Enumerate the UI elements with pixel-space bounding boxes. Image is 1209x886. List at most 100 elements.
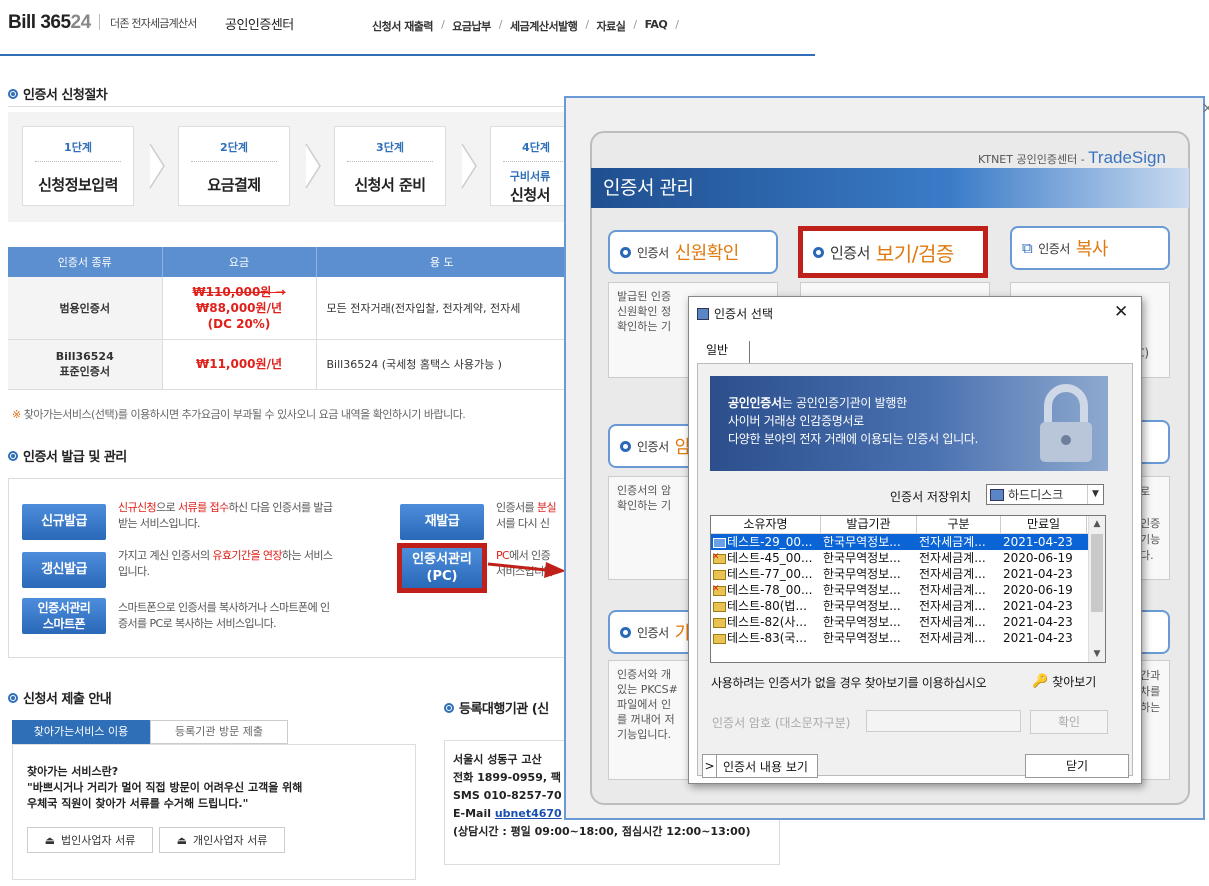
cert-row[interactable]: 테스트-77_00... 한국무역정보... 전자세금계... 2021-04-23 bbox=[711, 566, 1105, 582]
cert-row[interactable]: 테스트-80(법... 한국무역정보... 전자세금계... 2021-04-23 bbox=[711, 598, 1105, 614]
cert-password-input[interactable] bbox=[866, 710, 1021, 732]
cert-row[interactable]: 테스트-45_00...한국무역정보... 전자세금계... 2020-06-19 bbox=[711, 550, 1105, 566]
price-table: 인증서 종류 요금 용 도 범용인증서 ₩110,000원 → ₩88,000원… bbox=[8, 247, 568, 390]
cert-row[interactable]: 테스트-29_00... 한국무역정보... 전자세금계... 2021-04-23 bbox=[711, 534, 1105, 550]
notice-text: ※ 찾아가는서비스(선택)를 이용하시면 추가요금이 부과될 수 있사오니 요금 … bbox=[12, 408, 466, 421]
individual-docs-button[interactable]: ⏏ 개인사업자 서류 bbox=[159, 827, 285, 853]
cert-icon bbox=[713, 601, 726, 612]
cert-type: Bill36524 표준인증서 bbox=[8, 339, 163, 390]
cert-list-scrollbar[interactable]: ▲ ▼ bbox=[1088, 516, 1105, 662]
cert-row[interactable]: 테스트-82(사... 한국무역정보... 전자세금계... 2021-04-23 bbox=[711, 614, 1105, 630]
chevron-right-icon bbox=[149, 143, 165, 189]
scroll-thumb[interactable] bbox=[1091, 534, 1103, 612]
table-header-row: 인증서 종류 요금 용 도 bbox=[8, 247, 568, 277]
cert-kind: 전자세금계... bbox=[919, 631, 986, 645]
browse-icon: 🔑 bbox=[1032, 674, 1049, 689]
nav-reprint[interactable]: 신청서 재출력 bbox=[372, 18, 434, 34]
col-expiry[interactable]: 만료일 bbox=[1001, 516, 1087, 533]
section-bullet-icon bbox=[444, 702, 454, 713]
nav-payment[interactable]: 요금납부 bbox=[452, 18, 491, 34]
agency-email-link[interactable]: ubnet4670 bbox=[495, 807, 562, 820]
no-cert-message: 사용하려는 인증서가 없을 경우 찾아보기를 이용하십시오 bbox=[711, 676, 987, 690]
expired-cert-icon bbox=[712, 582, 726, 597]
renew-button[interactable]: 갱신발급 bbox=[22, 552, 106, 588]
smartphone-manage-button[interactable]: 인증서관리 스마트폰 bbox=[22, 598, 106, 634]
step-2: 2단계 요금결제 bbox=[178, 126, 290, 206]
cert-expiry: 2021-04-23 bbox=[1003, 535, 1073, 549]
view-cert-details-button[interactable]: > 인증서 내용 보기 bbox=[702, 754, 818, 778]
steps-box: 1단계 신청정보입력 2단계 요금결제 3단계 신청서 준비 4단계 구비서류 … bbox=[8, 112, 570, 222]
tab-visit-service[interactable]: 찾아가는서비스 이용 bbox=[12, 720, 150, 744]
browse-button[interactable]: 🔑 찾아보기 bbox=[1032, 673, 1096, 690]
divider bbox=[8, 106, 568, 107]
smartphone-desc: 스마트폰으로 인증서를 복사하거나 스마트폰에 인 증서를 PC로 복사하는 서비… bbox=[118, 601, 330, 630]
cert-owner: 테스트-77_00... bbox=[711, 566, 821, 582]
confirm-button[interactable]: 확인 bbox=[1030, 710, 1108, 734]
scroll-up-icon[interactable]: ▲ bbox=[1089, 516, 1105, 532]
nav-library[interactable]: 자료실 bbox=[597, 18, 626, 34]
cert-icon bbox=[713, 569, 726, 580]
section-bullet-icon bbox=[8, 450, 18, 461]
col-issuer[interactable]: 발급기관 bbox=[821, 516, 917, 533]
issue-title: 인증서 발급 및 관리 bbox=[8, 446, 127, 465]
cert-list-header: 소유자명 발급기관 구분 만료일 bbox=[711, 516, 1105, 534]
submission-question: 찾아가는 서비스란? bbox=[27, 765, 119, 778]
agency-hours: (상담시간 : 평일 09:00~18:00, 점심시간 12:00~13:00… bbox=[453, 825, 751, 838]
tab-general[interactable]: 일반 bbox=[706, 341, 750, 363]
col-kind[interactable]: 구분 bbox=[917, 516, 1001, 533]
cert-owner: 테스트-82(사... bbox=[711, 614, 821, 630]
logo-subtitle: 더존 전자세금계산서 bbox=[110, 17, 197, 30]
submission-desc-1: "바쁘시거나 거리가 멀어 직접 방문이 어려우신 고객을 위해 bbox=[27, 781, 303, 794]
window-close-icon[interactable]: × bbox=[1201, 98, 1209, 117]
cert-issuer: 한국무역정보... bbox=[823, 631, 901, 645]
scroll-down-icon[interactable]: ▼ bbox=[1089, 646, 1105, 662]
store-location-select[interactable]: 하드디스크 ▼ bbox=[986, 484, 1104, 505]
col-owner[interactable]: 소유자명 bbox=[711, 516, 821, 533]
card-right-3-tail: 간과 차를 하는 bbox=[1140, 669, 1161, 714]
cert-row[interactable]: 테스트-83(국... 한국무역정보... 전자세금계... 2021-04-23 bbox=[711, 630, 1105, 646]
cert-row[interactable]: 테스트-78_00...한국무역정보... 전자세금계... 2020-06-19 bbox=[711, 582, 1105, 598]
card-right-2-tail: 로 인증 기능 다. bbox=[1140, 485, 1161, 562]
cert-kind: 전자세금계... bbox=[919, 535, 986, 549]
verify-identity-card[interactable]: 인증서 신원확인 bbox=[608, 230, 778, 274]
step-3: 3단계 신청서 준비 bbox=[334, 126, 446, 206]
cert-icon bbox=[713, 617, 726, 628]
close-button[interactable]: 닫기 bbox=[1025, 754, 1129, 778]
cert-owner: 테스트-83(국... bbox=[711, 630, 821, 646]
chevron-right-icon bbox=[305, 143, 321, 189]
cert-kind: 전자세금계... bbox=[919, 551, 986, 565]
nav-tax-invoice[interactable]: 세금계산서발행 bbox=[510, 18, 578, 34]
cert-expiry: 2021-04-23 bbox=[1003, 599, 1073, 613]
reissue-button[interactable]: 재발급 bbox=[400, 504, 484, 540]
cert-expiry: 2020-06-19 bbox=[1003, 551, 1073, 565]
corporate-docs-button[interactable]: ⏏ 법인사업자 서류 bbox=[27, 827, 153, 853]
cert-manage-banner: 인증서 관리 bbox=[591, 168, 1189, 208]
cert-password-label: 인증서 암호 (대소문자구분) bbox=[712, 716, 851, 730]
circle-icon bbox=[620, 440, 631, 452]
cert-icon bbox=[713, 633, 726, 644]
step-4: 4단계 구비서류 신청서 bbox=[490, 126, 570, 206]
view-verify-card-highlight: 인증서 보기/검증 bbox=[798, 226, 988, 278]
nav-faq[interactable]: FAQ bbox=[645, 18, 668, 34]
section-bullet-icon bbox=[8, 88, 18, 99]
view-verify-card[interactable]: 인증서 보기/검증 bbox=[803, 231, 983, 273]
copy-cert-card[interactable]: ⧉ 인증서 복사 bbox=[1010, 226, 1170, 270]
cert-list[interactable]: 소유자명 발급기관 구분 만료일 테스트-29_00... 한국무역정보... 전자… bbox=[710, 515, 1106, 663]
top-nav: 신청서 재출력 / 요금납부 / 세금계산서발행 / 자료실 / FAQ / bbox=[372, 18, 679, 34]
dropdown-arrow-icon: ▼ bbox=[1087, 485, 1103, 504]
cert-kind: 전자세금계... bbox=[919, 615, 986, 629]
submission-box: 찾아가는 서비스란? "바쁘시거나 거리가 멀어 직접 방문이 어려우신 고객을… bbox=[12, 744, 416, 880]
cert-expiry: 2021-04-23 bbox=[1003, 567, 1073, 581]
copy-icon: ⧉ bbox=[1022, 239, 1033, 257]
col-header-price: 요금 bbox=[162, 247, 317, 277]
cert-expiry: 2020-06-19 bbox=[1003, 583, 1073, 597]
cert-issuer: 한국무역정보... bbox=[823, 583, 901, 597]
pc-manage-button[interactable]: 인증서관리 (PC) bbox=[397, 543, 487, 593]
dialog-close-icon[interactable]: ✕ bbox=[1114, 302, 1128, 322]
cert-owner: 테스트-45_00... bbox=[711, 550, 821, 566]
tab-agency-visit[interactable]: 등록기관 방문 제출 bbox=[150, 720, 288, 744]
site-logo[interactable]: Bill 36524 bbox=[8, 12, 91, 34]
submission-tabs: 찾아가는서비스 이용 등록기관 방문 제출 bbox=[12, 720, 288, 744]
table-row: Bill36524 표준인증서 ₩11,000원/년 Bill36524 (국세… bbox=[8, 339, 568, 390]
new-issue-button[interactable]: 신규발급 bbox=[22, 504, 106, 540]
